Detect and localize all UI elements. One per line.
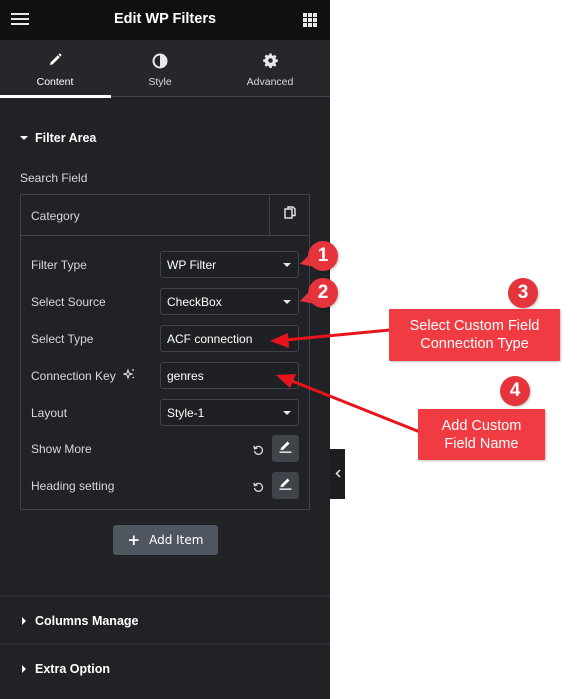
section-filter-area-title: Filter Area <box>35 131 97 145</box>
callout-connection-type: Select Custom Field Connection Type <box>389 309 560 361</box>
divider <box>0 595 330 597</box>
filter-type-label: Filter Type <box>31 258 87 272</box>
annotation-pin-4: 4 <box>500 376 530 406</box>
select-type-input[interactable]: ACF connection <box>160 325 299 352</box>
tab-content[interactable]: Content <box>0 40 111 98</box>
connection-key-value: genres <box>167 369 204 383</box>
panel-title: Edit WP Filters <box>113 11 217 27</box>
select-source-select[interactable]: CheckBox <box>160 288 299 315</box>
select-source-value: CheckBox <box>167 295 222 309</box>
reset-icon[interactable] <box>253 443 264 461</box>
section-extra-option-title: Extra Option <box>35 662 111 676</box>
gear-icon <box>215 53 325 69</box>
filter-type-select[interactable]: WP Filter <box>160 251 299 278</box>
heading-setting-label: Heading setting <box>31 479 115 493</box>
add-item-button[interactable]: + Add Item <box>113 525 218 555</box>
section-extra-option[interactable]: Extra Option <box>20 662 110 676</box>
connection-key-input[interactable]: genres <box>160 362 299 389</box>
copy-icon <box>283 206 296 224</box>
filter-type-value: WP Filter <box>167 258 217 272</box>
chevron-down-icon <box>283 263 291 267</box>
add-item-label: Add Item <box>149 533 204 547</box>
pencil-icon <box>279 440 292 458</box>
chevron-down-icon <box>283 411 291 415</box>
layout-row: Layout Style-1 <box>31 399 299 427</box>
select-type-label: Select Type <box>31 332 94 346</box>
tab-style-label: Style <box>148 76 172 88</box>
select-source-label: Select Source <box>31 295 106 309</box>
callout-connection-type-text: Select Custom Field Connection Type <box>409 318 540 352</box>
reset-icon[interactable] <box>253 480 264 498</box>
show-more-row: Show More <box>31 435 299 463</box>
half-circle-icon <box>105 53 215 69</box>
tab-content-label: Content <box>36 76 74 88</box>
callout-custom-field-name: Add Custom Field Name <box>418 409 545 460</box>
pencil-icon <box>279 477 292 495</box>
show-more-label: Show More <box>31 442 92 456</box>
editor-panel: Edit WP Filters Content Style Advanced F… <box>0 0 330 699</box>
filter-type-row: Filter Type WP Filter <box>31 251 299 279</box>
grid-icon[interactable] <box>303 13 317 27</box>
tab-advanced-label: Advanced <box>246 76 294 88</box>
section-filter-area[interactable]: Filter Area <box>20 131 96 145</box>
duplicate-button[interactable] <box>269 195 309 235</box>
search-field-label: Search Field <box>20 171 88 185</box>
layout-value: Style-1 <box>167 406 205 420</box>
section-columns-manage[interactable]: Columns Manage <box>20 614 139 628</box>
annotation-pin-1: 1 <box>308 241 338 271</box>
connection-key-label-text: Connection Key <box>31 369 116 383</box>
caret-right-icon <box>22 616 26 625</box>
divider <box>0 643 330 645</box>
caret-down-icon <box>20 135 28 140</box>
annotation-pin-3: 3 <box>508 278 538 308</box>
show-more-edit-button[interactable] <box>272 435 299 462</box>
tab-advanced[interactable]: Advanced <box>215 40 325 97</box>
ai-sparkle-icon[interactable] <box>122 368 135 383</box>
pencil-icon <box>0 53 110 69</box>
caret-right-icon <box>22 664 26 673</box>
chevron-left-icon <box>334 465 341 483</box>
chevron-down-icon <box>283 300 291 304</box>
select-source-row: Select Source CheckBox <box>31 288 299 316</box>
layout-label: Layout <box>31 406 68 420</box>
heading-setting-edit-button[interactable] <box>272 472 299 499</box>
repeater-item-category: Category Filter Type WP Filter Select So… <box>20 194 310 510</box>
callout-custom-field-name-text: Add Custom Field Name <box>441 417 522 452</box>
plus-icon: + <box>127 530 141 549</box>
panel-header: Edit WP Filters <box>0 0 330 40</box>
layout-select[interactable]: Style-1 <box>160 399 299 426</box>
select-type-row: Select Type ACF connection <box>31 325 299 353</box>
panel-tabs: Content Style Advanced <box>0 40 330 98</box>
collapse-panel-button[interactable] <box>330 449 345 499</box>
section-columns-manage-title: Columns Manage <box>35 614 139 628</box>
connection-key-row: Connection Key genres <box>31 362 299 390</box>
connection-key-label: Connection Key <box>31 368 135 384</box>
heading-setting-row: Heading setting <box>31 472 299 500</box>
repeater-item-header: Category <box>21 195 309 236</box>
repeater-item-title[interactable]: Category <box>31 209 80 223</box>
annotation-pin-2: 2 <box>308 278 338 308</box>
tab-style[interactable]: Style <box>105 40 215 97</box>
select-type-value: ACF connection <box>167 332 253 346</box>
